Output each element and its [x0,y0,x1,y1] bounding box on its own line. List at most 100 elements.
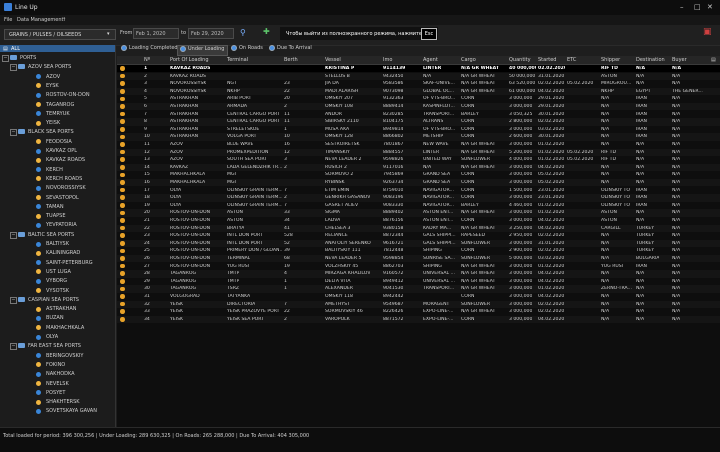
table-cell: 29.01.2020 [538,96,565,102]
table-row[interactable]: 34 YEISK YEISK SEA PORT 2 VAROPOLK 8871572 EXP… [117,315,720,324]
collapse-icon[interactable]: − [10,296,17,304]
column-header[interactable]: Agent [423,57,438,63]
menu-arrow-icon[interactable]: ↑ [62,17,66,23]
to-date-input[interactable]: Feb 29, 2020 [188,28,234,39]
column-header[interactable]: Vessel [325,57,341,63]
collapse-icon[interactable]: − [10,231,17,239]
table-cell: JIA DA [325,81,339,87]
table-row[interactable]: 30 TAGANROG TSRZ 1 ALEXANDER 9041530 TRANSPORT… [117,285,720,293]
column-header[interactable]: Shipper [601,57,620,63]
table-cell: SOUTH SEA PORT [227,157,268,163]
menu-file[interactable]: File [4,17,12,23]
table-cell: N/A [636,172,645,178]
status-dot-icon [120,119,125,124]
column-header[interactable]: Buyer [672,57,687,63]
collapse-icon[interactable]: − [10,64,17,72]
column-header[interactable]: Port Of Loading [170,57,209,63]
table-row[interactable]: 16 MAKHACHKALA MGT RYBINSK 9263734 GRAND SEA C… [117,179,720,187]
table-cell: ASTRAKHAN [170,119,199,125]
column-header[interactable]: Terminal [227,57,248,63]
table-row[interactable]: 6 ASTRAKHAN ARMADA 2 OMSKIY 108 8889414 KASPIN… [117,103,720,111]
menu-data-management[interactable]: Data Management [17,17,63,23]
table-row[interactable]: 28 TAGANROG TMTP 4 MIRZAGA KHALILOV 9160572 UN… [117,270,720,278]
table-row[interactable]: 14 KAVKAZ LADA GELENDZHIK TR... 2 RUSICH 2 91… [117,163,720,172]
table-row[interactable]: 2 KAVKAZ ROADS STELLOS B 9432450 N/A N/A GR W… [117,72,720,80]
table-row[interactable]: 33 YEISK YEISK PRAZOVYE PORT 22 SORMOVSKIY 4… [117,308,720,315]
search-icon[interactable]: ⚲ [240,28,246,37]
column-header[interactable]: Imo [383,57,392,63]
column-header[interactable]: ETC [567,57,576,63]
port-icon [36,353,41,359]
table-row[interactable]: 11 AZOV BLUE WAVE 16 SESTROIRETSK 7801867 NEW … [117,141,720,148]
close-icon[interactable]: ✕ [707,3,713,11]
table-row[interactable]: 17 OLYA OLINSKIY GRAIN TERM... 7 ETIM EMIN 87… [117,187,720,194]
lineup-table: Nº Port Of Loading Terminal Berth Vessel Imo A… [117,56,720,427]
table-cell: 3 000,000 [509,316,533,322]
table-row[interactable]: 24 ROSTOV-ON-DON INTL DON PORT 52 ANATOLIY S… [117,239,720,248]
add-icon[interactable]: ✚ [263,27,270,36]
collapse-icon[interactable]: − [10,343,17,351]
filter-loading-completed[interactable]: Loading Completed [119,45,181,54]
table-row[interactable]: 7 ASTRAKHAN CENTRAL CARGO PORT 11 ANDOR 82302… [117,111,720,118]
table-row[interactable]: 10 ASTRAKHAN VOLGA PORT 10 OMSKIY 128 8866802… [117,133,720,141]
table-row[interactable]: 18 OLYA OLINSKIY GRAIN TERM... 2 GENRIKH GAS… [117,194,720,202]
table-row[interactable]: 4 NOVOROSSIYSK NKHP 22 MADI ALARISH 9073098 GL… [117,87,720,96]
port-icon [36,195,41,200]
table-cell: SIBIRSKY 2110 [325,119,359,125]
table-row[interactable]: 3 NOVOROSSIYSK NGT 23 JIA DA 9583586 SKAF-UNIV… [117,80,720,87]
table-row[interactable]: 1 KAVKAZ ROADS KRISTINA P 9114139 LINTER N/A … [117,65,720,73]
table-cell: 3 000,000 [509,278,533,284]
table-cell: 31.01.2020 [538,240,565,246]
table-cell: 8 [144,119,147,125]
maximize-icon[interactable]: □ [694,3,701,11]
table-cell: MUSA AKA [325,126,350,132]
table-cell: 30.01.2020 [538,134,565,140]
table-row[interactable]: 8 ASTRAKHAN CENTRAL CARGO PORT 11 SIBIRSKY 2… [117,118,720,126]
table-row[interactable]: 31 VOLGOGRAD TATYANKA OMSKIY 118 8942442 CORN… [117,293,720,300]
table-row[interactable]: 23 ROSTOV-ON-DON INTL DON PORT 528 RELIANCE 8… [117,232,720,239]
column-header[interactable]: Cargo [461,57,476,63]
table-row[interactable]: 29 TAGANROG TMTP 1 DELTA VITA 8949412 UNIVERSA… [117,278,720,285]
export-icon[interactable]: ▣ [703,27,712,37]
table-row[interactable]: 32 YEISK DIRECTORIA 7 AMETHYST 9549687 MORAGEN… [117,300,720,308]
tree-item-all[interactable]: ▤ ALL [0,45,115,52]
banner-text: Чтобы выйти из полноэкранного режима, на… [286,31,423,37]
column-header[interactable]: Berth [284,57,298,63]
port-icon [36,390,41,396]
collapse-icon[interactable]: − [2,55,9,62]
table-row[interactable]: 20 ROSTOV-ON-DON ASTON 33 SIGMA 8889402 ASTON … [117,209,720,217]
table-row[interactable]: 21 ROSTOV-ON-DON ASTON 34 LADVA 8876156 ASTON … [117,217,720,224]
from-date-input[interactable]: Feb 1, 2020 [133,28,179,39]
table-cell: ASTON [227,218,243,223]
table-row[interactable]: 27 ROSTOV-ON-DON YUG RUSI 19 VOLZHSKIY 45 886… [117,263,720,270]
column-chooser-icon[interactable]: ▤ [711,57,716,63]
column-header[interactable]: Nº [144,57,150,63]
table-row[interactable]: 25 ROSTOV-ON-DON PRIMERY DON / GLOAN... 39 B… [117,247,720,254]
column-header[interactable]: Quantity [509,57,531,63]
table-row[interactable]: 13 AZOV SOUTH SEA PORT 3 NEVA LEADER 2 959882… [117,156,720,163]
table-row[interactable]: 26 ROSTOV-ON-DON TERMINAL 68 NEVA LEADER 5 95… [117,255,720,263]
table-cell: TMTP [227,271,240,277]
column-header[interactable]: Destination [636,57,665,63]
table-row[interactable]: 15 MAKHACHKALA MGT SORMOVO 2 7945869 GRAND SE… [117,171,720,178]
table-cell: KADRY MA... [423,225,452,231]
column-header[interactable]: Started [538,57,556,63]
minimize-icon[interactable]: – [680,3,684,11]
table-row[interactable]: 19 OLYA OLINSKIY GRAIN TERM... 7 GASRET ALIE… [117,202,720,209]
table-row[interactable]: 9 ASTRAKHAN STRELETSKOE 1 MUSA AKA 8949814 OF … [117,126,720,133]
collapse-icon[interactable]: − [10,129,17,137]
esc-key[interactable]: Esc [421,28,437,40]
category-select[interactable]: GRAINS / PULSES / OILSEEDS ▾ [4,29,116,40]
table-cell: N/A [672,157,681,163]
filter-on-roads[interactable]: On Roads [229,45,266,54]
table-row[interactable]: 22 ROSTOV-ON-DON BRATYA 41 CHELSEA 3 9380158 K… [117,224,720,232]
table-cell: N/A [672,240,681,246]
filter-under-loading[interactable]: Under Loading [177,45,229,56]
table-row[interactable]: 12 AZOV PROMEXPEDITION 12 TIMANSKIY 8884557 LI… [117,148,720,156]
folder-icon [18,129,25,135]
port-icon [36,334,41,340]
table-row[interactable]: 5 ASTRAKHAN ARIB PORT 20 OMSKIY 207 9132363 OF… [117,95,720,102]
table-cell: N/A [636,73,645,79]
filter-due-to-arrival[interactable]: Due To Arrival [267,45,315,54]
table-cell: 9114139 [383,66,406,71]
